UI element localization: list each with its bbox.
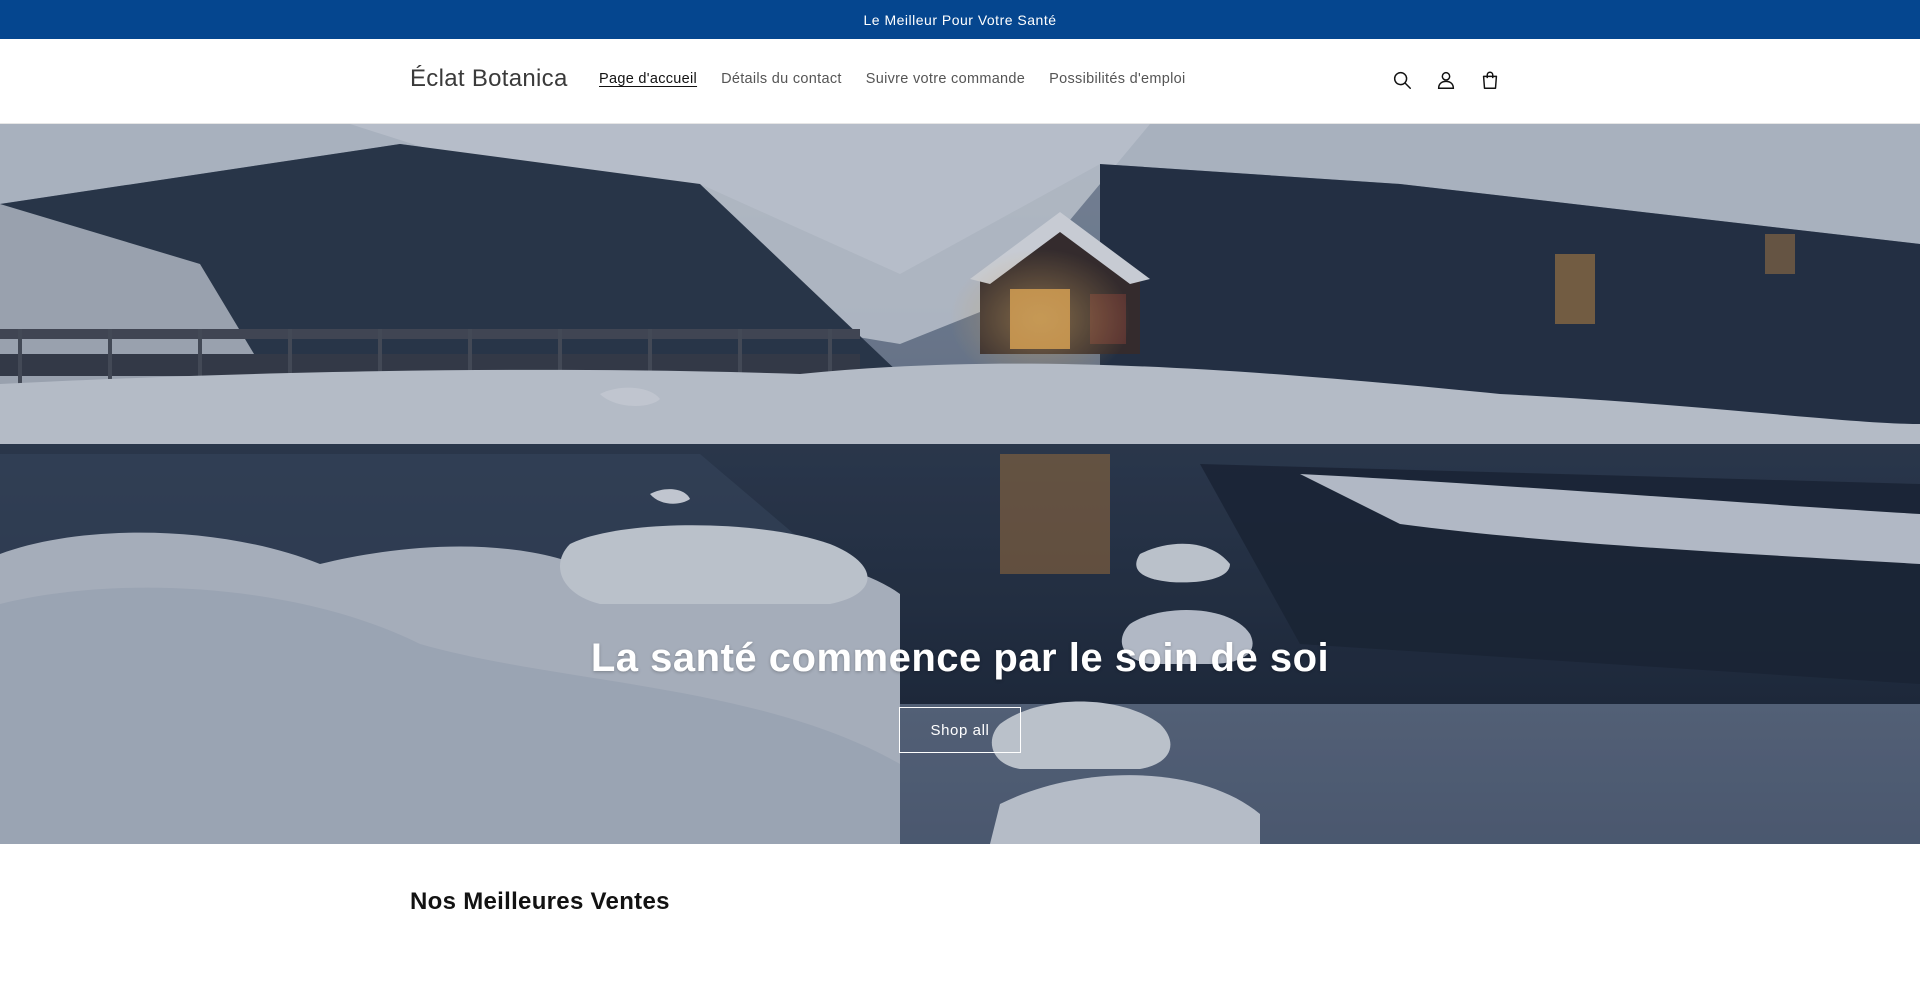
header-icons — [1390, 67, 1502, 93]
main-nav: Page d'accueil Détails du contact Suivre… — [599, 71, 1186, 87]
announcement-text: Le Meilleur Pour Votre Santé — [863, 11, 1057, 28]
search-icon[interactable] — [1390, 67, 1414, 93]
nav-contact[interactable]: Détails du contact — [721, 71, 842, 87]
cart-icon[interactable] — [1478, 67, 1502, 93]
hero-banner: La santé commence par le soin de soi Sho… — [0, 124, 1920, 844]
best-sellers-title: Nos Meilleures Ventes — [410, 888, 670, 915]
hero-heading: La santé commence par le soin de soi — [590, 636, 1330, 680]
site-header: Éclat Botanica Page d'accueil Détails du… — [0, 39, 1920, 124]
shop-all-button[interactable]: Shop all — [899, 707, 1021, 753]
nav-track-order[interactable]: Suivre votre commande — [866, 71, 1025, 87]
site-logo[interactable]: Éclat Botanica — [410, 65, 568, 93]
announcement-bar: Le Meilleur Pour Votre Santé — [0, 0, 1920, 39]
nav-careers[interactable]: Possibilités d'emploi — [1049, 71, 1185, 87]
account-icon[interactable] — [1434, 67, 1458, 93]
nav-home[interactable]: Page d'accueil — [599, 71, 697, 87]
